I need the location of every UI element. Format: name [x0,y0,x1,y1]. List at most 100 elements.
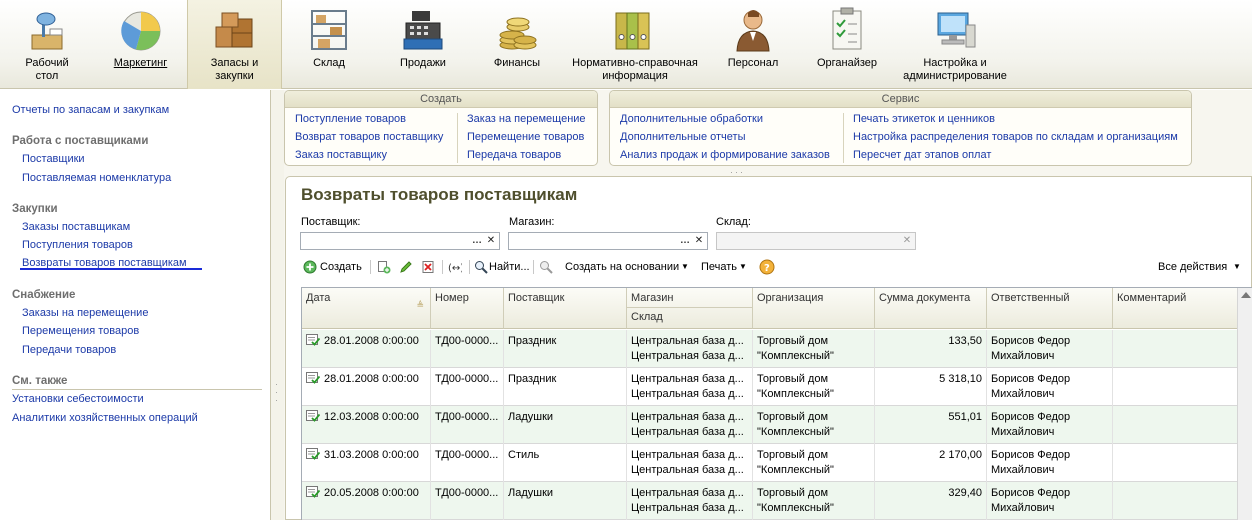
cell-resp1: Борисов Федор Михайлович [987,406,1113,444]
section-stock-purchases[interactable]: Запасы и закупки [187,0,282,89]
cell-sum: 2 170,00 [875,444,987,482]
cmd-return-to-supplier[interactable]: Возврат товаров поставщику [295,131,443,143]
cell-text: Михайлович [991,426,1055,438]
nav-item-goods-handovers[interactable]: Передачи товаров [22,344,116,356]
section-organizer[interactable]: Органайзер [800,0,894,89]
active-item-underline [20,268,202,270]
cmd-sales-analysis[interactable]: Анализ продаж и формирование заказов [620,149,830,161]
select-button[interactable]: … [678,234,692,248]
cell-date: 31.03.2008 0:00:00 [302,444,431,482]
table-row[interactable]: 28.01.2008 0:00:00 ТД00-0000... Праздник Це… [302,368,1238,406]
table-row[interactable]: 28.01.2008 0:00:00 ТД00-0000... Праздник Це… [302,330,1238,368]
column-header-organization[interactable]: Организация [753,288,875,329]
section-finance[interactable]: Финансы [470,0,564,89]
section-personnel[interactable]: Персонал [706,0,800,89]
service-commands-panel: Сервис Дополнительные обработки Дополнит… [609,90,1192,166]
section-sales[interactable]: Продажи [376,0,470,89]
toolbar-separator [469,260,470,274]
column-header-comment[interactable]: Комментарий [1113,288,1238,329]
cmd-recalc-payment-dates[interactable]: Пересчет дат этапов оплат [853,149,991,161]
column-header-store-warehouse[interactable]: Магазин Склад [627,288,753,329]
column-header-supplier[interactable]: Поставщик [504,288,627,329]
cmd-goods-transfer[interactable]: Перемещение товаров [467,131,584,143]
nav-item-supplier-orders[interactable]: Заказы поставщикам [22,221,130,233]
clear-icon[interactable]: ✕ [484,234,498,248]
supplier-filter-field[interactable]: … ✕ [300,232,500,250]
column-header-number[interactable]: Номер [431,288,504,329]
cell-date: 28.01.2008 0:00:00 [302,368,431,406]
vertical-scrollbar[interactable] [1237,288,1252,520]
section-reference-info[interactable]: Нормативно-справочная информация [564,0,706,89]
edit-icon[interactable] [399,260,413,274]
store-filter-field[interactable]: … ✕ [508,232,708,250]
pie-chart-icon [120,11,160,51]
cell-text: Центральная база д... [631,373,744,385]
section-warehouse[interactable]: Склад [282,0,376,89]
help-icon[interactable]: ? [759,259,775,275]
cell-text: Центральная база д... [631,487,744,499]
cell-number: ТД00-0000... [431,482,504,520]
column-header-date[interactable]: Дата ≜ [302,288,431,329]
scroll-up-arrow[interactable] [1241,292,1251,298]
select-button[interactable]: … [470,234,484,248]
warehouse-filter-label: Склад: [716,216,751,228]
cmd-goods-receipt[interactable]: Поступление товаров [295,113,406,125]
table-row[interactable]: 20.05.2008 0:00:00 ТД00-0000... Ладушки Цен… [302,482,1238,520]
sections-panel: Рабочийстол Маркетинг Запасы изакупки [0,0,1252,89]
section-settings-admin[interactable]: Настройка и администрирование [894,0,1016,89]
cmd-goods-handover[interactable]: Передача товаров [467,149,561,161]
create-button[interactable]: Создать [320,257,362,277]
clear-icon[interactable]: ✕ [692,234,706,248]
cell-supplier: Праздник [504,330,627,368]
nav-stock-purchase-reports[interactable]: Отчеты по запасам и закупкам [12,104,169,116]
nav-item-goods-transfers[interactable]: Перемещения товаров [22,325,139,337]
all-actions-button[interactable]: Все действия [1158,257,1227,277]
header-label: Ответственный [991,292,1070,304]
section-marketing[interactable]: Маркетинг [94,0,187,89]
add-icon [303,260,317,274]
store-filter-label: Магазин: [509,216,555,228]
find-button[interactable]: Найти... [489,257,530,277]
cell-text: ТД00-0000... [435,449,499,461]
documents-table[interactable]: Дата ≜ Номер Поставщик Магазин Склад Орг… [301,287,1252,520]
cell-store: Центральная база д... Центральная база д.… [627,368,753,406]
nav-item-transfer-orders[interactable]: Заказы на перемещение [22,307,148,319]
nav-item-suppliers[interactable]: Поставщики [22,153,85,165]
copy-icon[interactable] [377,260,391,274]
cell-comment [1113,368,1238,406]
nav-item-supplied-nomenclature[interactable]: Поставляемая номенклатура [22,172,171,184]
service-panel-title: Сервис [610,91,1191,108]
nav-item-goods-receipts[interactable]: Поступления товаров [22,239,133,251]
section-label: Финансы [493,57,541,69]
table-row[interactable]: 12.03.2008 0:00:00 ТД00-0000... Ладушки Цен… [302,406,1238,444]
column-header-sum[interactable]: Сумма документа [875,288,987,329]
cmd-transfer-order[interactable]: Заказ на перемещение [467,113,586,125]
cmd-supplier-order[interactable]: Заказ поставщику [295,149,387,161]
cmd-print-labels[interactable]: Печать этикеток и ценников [853,113,995,125]
section-label: Персонал [727,57,779,69]
nav-item-business-analytics[interactable]: Аналитики хозяйственных операций [12,412,198,424]
cell-comment [1113,444,1238,482]
nav-item-cost-settings[interactable]: Установки себестоимости [12,393,144,405]
cell-org1: Торговый дом "Комплексный" [753,368,875,406]
delete-icon[interactable] [421,260,435,274]
table-row[interactable]: 31.03.2008 0:00:00 ТД00-0000... Стиль Центр… [302,444,1238,482]
cmd-additional-reports[interactable]: Дополнительные отчеты [620,131,745,143]
cmd-additional-processing[interactable]: Дополнительные обработки [620,113,763,125]
hierarchy-icon[interactable]: (↔) [448,260,462,274]
cancel-search-icon[interactable] [539,260,553,274]
clear-icon[interactable]: ✕ [900,234,914,248]
section-desktop[interactable]: Рабочий стол [0,0,94,89]
print-button[interactable]: Печать [701,257,737,277]
chevron-down-icon: ▼ [1233,262,1241,271]
binders-icon [615,12,650,50]
create-based-on-button[interactable]: Создать на основании [565,257,679,277]
warehouse-filter-field[interactable]: ✕ [716,232,916,250]
cmd-distribution-settings[interactable]: Настройка распределения товаров по склад… [853,131,1178,143]
cell-text: Борисов Федор [991,487,1071,499]
column-header-responsible[interactable]: Ответственный [987,288,1113,329]
cell-text: Торговый дом [757,373,829,385]
panel-splitter[interactable]: · · · [271,90,284,520]
cell-text: Праздник [508,335,557,347]
cell-resp1: Борисов Федор Михайлович [987,444,1113,482]
